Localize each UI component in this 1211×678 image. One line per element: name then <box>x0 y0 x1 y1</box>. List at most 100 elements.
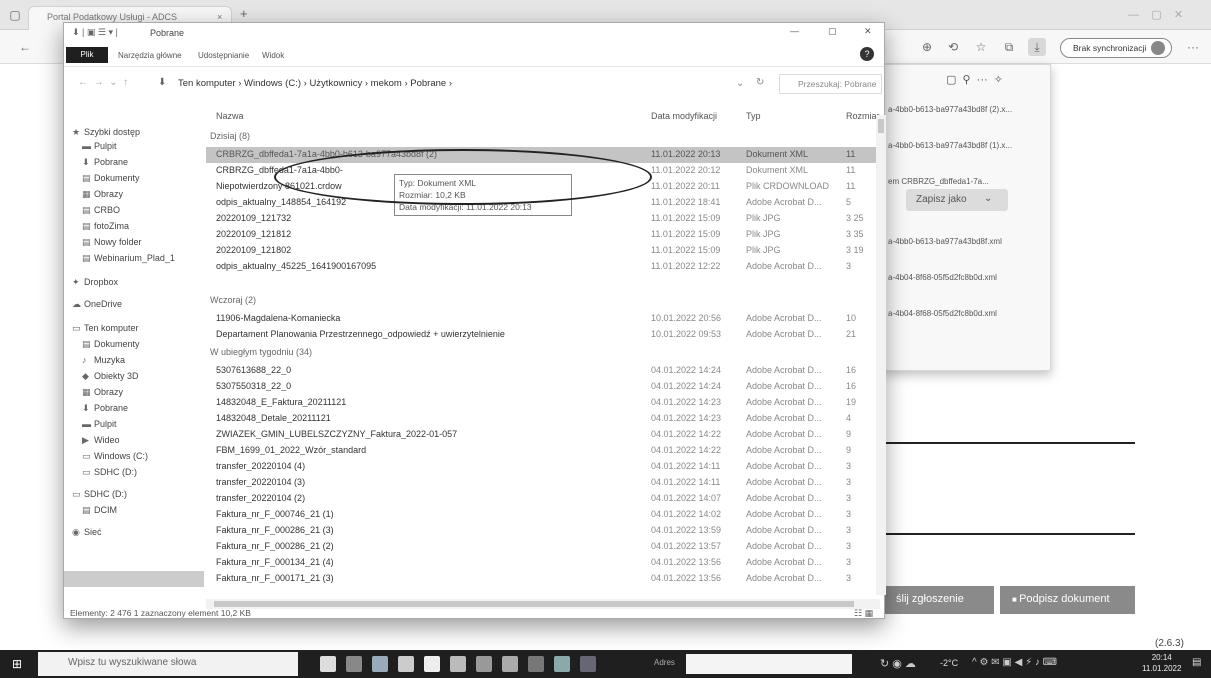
nav-item[interactable]: ▭ SDHC (D:) <box>82 467 137 478</box>
clock[interactable]: 20:14 11.01.2022 <box>1142 652 1181 674</box>
table-row[interactable]: Faktura_nr_F_000286_21 (2) 04.01.2022 13:… <box>206 539 880 555</box>
nav-item[interactable]: ▶ Wideo <box>82 435 120 446</box>
download-item[interactable]: a-4b04-8f68-05f5d2fc8b0d.xml <box>888 309 1048 318</box>
ribbon-tab-view[interactable]: Widok <box>262 51 284 60</box>
ribbon-tab-share[interactable]: Udostępnianie <box>198 51 249 60</box>
nav-item[interactable]: ▤ Webinarium_Plad_1 <box>82 253 175 264</box>
column-header-name[interactable]: Nazwa <box>216 111 244 121</box>
group-header[interactable]: Wczoraj (2) <box>210 295 256 305</box>
table-row[interactable]: odpis_aktualny_45225_1641900167095 11.01.… <box>206 259 880 275</box>
table-row[interactable]: Faktura_nr_F_000286_21 (3) 04.01.2022 13:… <box>206 523 880 539</box>
taskbar-search-input[interactable]: Wpisz tu wyszukiwane słowa <box>38 652 298 676</box>
nav-item[interactable]: ▭ Windows (C:) <box>82 451 148 462</box>
table-row[interactable]: 14832048_E_Faktura_20211121 04.01.2022 14… <box>206 395 880 411</box>
more-icon[interactable]: ··· <box>1184 38 1202 56</box>
read-aloud-icon[interactable]: ⟲ <box>944 38 962 56</box>
nav-item[interactable]: ✦ Dropbox <box>72 277 118 288</box>
scroll-thumb[interactable] <box>878 119 884 133</box>
app-icon[interactable] <box>450 656 466 672</box>
nav-item[interactable]: ▬ Pulpit <box>82 419 117 429</box>
nav-item[interactable]: ★ Szybki dostęp <box>72 127 140 138</box>
window-menu-icon[interactable]: ▢ <box>6 6 24 24</box>
back-icon[interactable]: ← <box>16 38 34 56</box>
column-header-date[interactable]: Data modyfikacji <box>651 111 717 121</box>
table-row[interactable]: 14832048_Detale_20211121 04.01.2022 14:23… <box>206 411 880 427</box>
table-row[interactable]: Faktura_nr_F_000171_21 (3) 04.01.2022 13:… <box>206 571 880 587</box>
download-item[interactable]: a-4bb0-b613-ba977a43bd8f.xml <box>888 237 1048 246</box>
sync-button[interactable]: Brak synchronizacji <box>1060 38 1172 58</box>
close-icon[interactable]: × <box>217 12 222 22</box>
send-report-button[interactable]: ślij zgłoszenie <box>884 586 994 614</box>
table-row[interactable]: 5307550318_22_0 04.01.2022 14:24 Adobe Acr… <box>206 379 880 395</box>
new-tab-button[interactable]: + <box>240 6 248 21</box>
nav-item[interactable]: ♪ Muzyka <box>82 355 125 365</box>
edge-icon[interactable] <box>372 656 388 672</box>
task-view-icon[interactable] <box>346 656 362 672</box>
notifications-icon[interactable]: ▤ <box>1192 657 1201 668</box>
zoom-icon[interactable]: ⊕ <box>918 38 936 56</box>
table-row[interactable]: transfer_20220104 (2) 04.01.2022 14:07 Ado… <box>206 491 880 507</box>
quick-access-toolbar[interactable]: ⬇ | ▣ ☰ ▾ | <box>72 27 118 38</box>
weather-temperature[interactable]: -2°C <box>940 658 958 668</box>
nav-item[interactable]: ◉ Sieć <box>72 527 102 538</box>
table-row[interactable]: Faktura_nr_F_000746_21 (1) 04.01.2022 14:… <box>206 507 880 523</box>
table-row[interactable]: Faktura_nr_F_000134_21 (4) 04.01.2022 13:… <box>206 555 880 571</box>
back-forward-icons[interactable]: ← → ⌄ ↑ <box>78 77 128 88</box>
nav-item[interactable]: ▭ SDHC (D:) <box>72 489 127 500</box>
download-item[interactable]: a-4bb0-b613-ba977a43bd8f (1).x... <box>888 141 1048 150</box>
avatar[interactable] <box>1151 41 1165 55</box>
mail-icon[interactable] <box>476 656 492 672</box>
store-icon[interactable] <box>398 656 414 672</box>
word-icon[interactable] <box>580 656 596 672</box>
download-item[interactable]: a-4b04-8f68-05f5d2fc8b0d.xml <box>888 273 1048 282</box>
table-row[interactable]: ZWIAZEK_GMIN_LUBELSZCZYZNY_Faktura_2022-… <box>206 427 880 443</box>
chrome-icon[interactable] <box>554 656 570 672</box>
nav-item[interactable]: ▤ fotoZima <box>82 221 129 232</box>
collections-icon[interactable]: ⧉ <box>1000 38 1018 56</box>
nav-item[interactable]: ▤ DCIM <box>82 505 117 516</box>
nav-item[interactable]: ⬇ Pobrane <box>82 157 128 168</box>
ribbon-tab-file[interactable]: Plik <box>66 47 108 63</box>
ribbon-tab-home[interactable]: Narzędzia główne <box>118 51 182 60</box>
explorer-taskbar-icon[interactable] <box>502 656 518 672</box>
table-row[interactable]: Departament Planowania Przestrzennego_od… <box>206 327 880 343</box>
sign-document-button[interactable]: ■ Podpisz dokument <box>1000 586 1135 614</box>
group-header[interactable]: Dzisiaj (8) <box>210 131 250 141</box>
download-item[interactable]: em CRBRZG_dbffeda1-7a... <box>888 177 1048 186</box>
chevron-down-icon[interactable]: ⌄ <box>736 78 744 89</box>
column-header-size[interactable]: Rozmiar <box>846 111 880 121</box>
table-row[interactable]: 5307613688_22_0 04.01.2022 14:24 Adobe Acr… <box>206 363 880 379</box>
table-row[interactable]: transfer_20220104 (4) 04.01.2022 14:11 Ado… <box>206 459 880 475</box>
downloads-icon[interactable]: ⤓ <box>1028 38 1046 56</box>
address-toolbar-input[interactable] <box>686 654 852 674</box>
amazon-icon[interactable] <box>424 656 440 672</box>
help-icon[interactable]: ? <box>860 47 874 61</box>
search-input[interactable]: Przeszukaj: Pobrane <box>779 74 882 94</box>
view-toggle-icons[interactable]: ☷ ▦ <box>854 608 873 619</box>
maximize-button[interactable]: ▢ <box>828 26 837 37</box>
windows-start-icon[interactable]: ⊞ <box>12 657 22 671</box>
scroll-thumb[interactable] <box>214 601 854 607</box>
app-icon[interactable] <box>528 656 544 672</box>
close-button[interactable]: ✕ <box>864 26 872 37</box>
nav-item[interactable]: ▤ Nowy folder <box>82 237 142 248</box>
nav-item[interactable]: ▦ Obrazy <box>82 387 123 398</box>
favorite-icon[interactable]: ☆ <box>972 38 990 56</box>
table-row[interactable]: FBM_1699_01_2022_Wzór_standard 04.01.2022… <box>206 443 880 459</box>
minimize-button[interactable]: — <box>790 26 799 36</box>
nav-item[interactable]: ▭ Ten komputer <box>72 323 139 334</box>
nav-item[interactable]: ▬ Pulpit <box>82 141 117 151</box>
nav-item[interactable]: ▤ Dokumenty <box>82 173 140 184</box>
save-as-button[interactable]: Zapisz jako ⌄ <box>906 189 1008 211</box>
nav-item[interactable]: ▤ CRBO <box>82 205 120 216</box>
download-item[interactable]: a-4bb0-b613-ba977a43bd8f (2).x... <box>888 105 1048 114</box>
nav-item[interactable]: ⬇ Pobrane <box>82 403 128 414</box>
cortana-icon[interactable] <box>320 656 336 672</box>
table-row[interactable]: transfer_20220104 (3) 04.01.2022 14:11 Ado… <box>206 475 880 491</box>
vertical-scrollbar[interactable] <box>876 115 886 595</box>
table-row[interactable]: 20220109_121812 11.01.2022 15:09 Plik JPG 3… <box>206 227 880 243</box>
system-tray-icons[interactable]: ^ ⚙ ✉ ▣ ◀ ⚡ ♪ ⌨ <box>972 657 1057 668</box>
nav-item[interactable]: ▦ Obrazy <box>82 189 123 200</box>
column-header-type[interactable]: Typ <box>746 111 761 121</box>
address-breadcrumb[interactable]: Ten komputer › Windows (C:) › Użytkownic… <box>174 74 734 94</box>
